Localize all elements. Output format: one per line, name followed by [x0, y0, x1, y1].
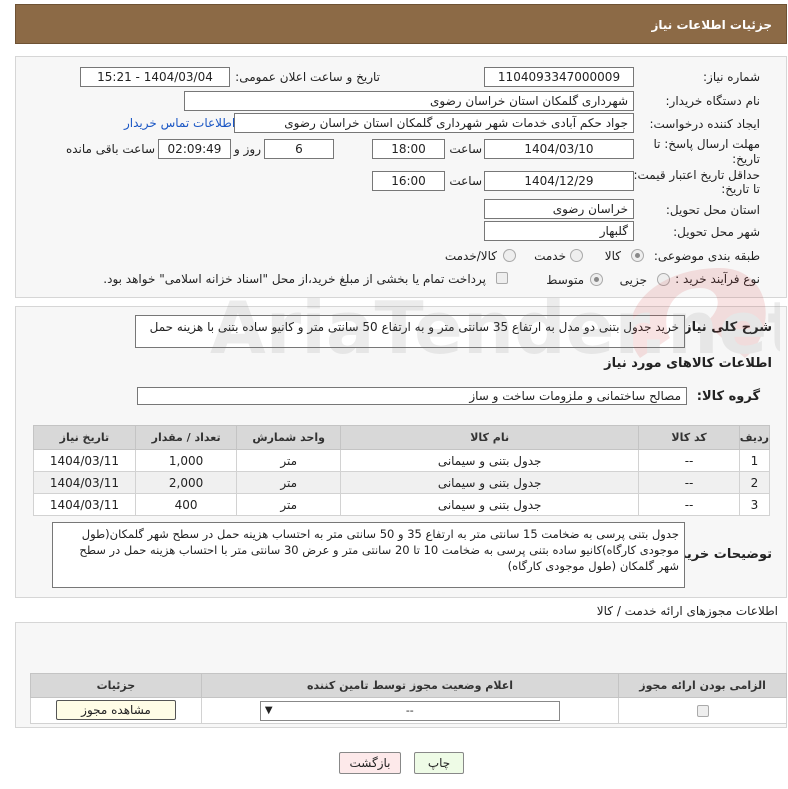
payment-note: پرداخت تمام یا بخشی از مبلغ خرید،از محل … [103, 272, 486, 286]
contact-info-link[interactable]: اطلاعات تماس خریدار [124, 116, 235, 130]
process-radio-minor[interactable] [657, 273, 670, 286]
need-number-label: شماره نیاز: [703, 70, 760, 84]
col-code: کد کالا [638, 425, 740, 450]
cell-code: -- [638, 471, 740, 494]
announce-field: 1404/03/04 - 15:21 [80, 67, 230, 87]
cell-qty: 400 [134, 493, 238, 516]
category-radio-service[interactable] [570, 249, 583, 262]
cell-unit: متر [236, 493, 341, 516]
category-radio-goods[interactable] [631, 249, 644, 262]
permit-details-cell: مشاهده مجوز [30, 697, 202, 724]
province-label: استان محل تحویل: [665, 203, 760, 217]
requester-label: ایجاد کننده درخواست: [649, 117, 760, 131]
city-label: شهر محل تحویل: [673, 225, 760, 239]
cell-row: 3 [738, 493, 771, 516]
permit-required-checkbox [696, 705, 709, 717]
cell-code: -- [638, 449, 740, 472]
cell-row: 2 [738, 471, 771, 494]
validity-time-field: 16:00 [372, 171, 445, 191]
category-option-both: کالا/خدمت [444, 249, 497, 263]
cell-unit: متر [236, 449, 341, 472]
permit-required-cell [618, 697, 787, 724]
cell-date: 1404/03/11 [33, 449, 136, 472]
col-permit-required: الزامی بودن ارائه مجوز [618, 673, 787, 698]
deadline-time-field: 18:00 [372, 139, 445, 159]
deadline-label: مهلت ارسال پاسخ: تا [653, 137, 760, 151]
description-label: شرح کلی نیاز: [678, 320, 772, 335]
cell-name: جدول بتنی و سیمانی [339, 493, 640, 516]
chevron-down-icon: ▼ [264, 705, 273, 716]
table-row: -- ▼ مشاهده مجوز [30, 697, 787, 724]
cell-unit: متر [236, 471, 341, 494]
deadline-date-field: 1404/03/10 [484, 139, 634, 159]
province-field: خراسان رضوی [484, 199, 634, 219]
cell-date: 1404/03/11 [33, 493, 136, 516]
permit-status-cell: -- ▼ [200, 697, 620, 724]
description-textbox: خرید جدول بتنی دو مدل به ارتفاع 35 سانتی… [135, 315, 685, 348]
page-title: جزئیات اطلاعات نیاز [651, 18, 772, 32]
permit-status-value: -- [405, 704, 414, 717]
remaining-time-field: 02:09:49 [158, 139, 231, 159]
announce-label: تاریخ و ساعت اعلان عمومی: [235, 70, 380, 84]
cell-name: جدول بتنی و سیمانی [339, 449, 640, 472]
treasury-checkbox[interactable] [496, 272, 508, 284]
col-permit-details: جزئیات [30, 673, 202, 698]
table-row: 3 -- جدول بتنی و سیمانی متر 400 1404/03/… [33, 493, 771, 516]
validity-date-field: 1404/12/29 [484, 171, 634, 191]
requester-field: جواد حکم آبادی خدمات شهر شهرداری گلمکان … [234, 113, 634, 133]
category-option-service: خدمت [534, 249, 566, 263]
goods-table: ردیف کد کالا نام کالا واحد شمارش تعداد /… [33, 425, 771, 516]
validity-time-label: ساعت [449, 174, 482, 188]
goods-section-title: اطلاعات کالاهای مورد نیاز [604, 356, 772, 371]
col-qty: تعداد / مقدار [134, 425, 238, 450]
days-field: 6 [264, 139, 334, 159]
cell-qty: 1,000 [134, 449, 238, 472]
goods-group-label: گروه کالا: [696, 389, 760, 404]
col-permit-status: اعلام وضعیت مجوز توسط تامین کننده [200, 673, 620, 698]
cell-qty: 2,000 [134, 471, 238, 494]
validity-label: حداقل تاریخ اعتبار قیمت: [633, 168, 760, 182]
permits-section-title: اطلاعات مجوزهای ارائه خدمت / کالا [596, 604, 778, 618]
table-row: 1 -- جدول بتنی و سیمانی متر 1,000 1404/0… [33, 449, 771, 472]
remaining-label: ساعت باقی مانده [65, 142, 155, 156]
deadline-label-2: تاریخ: [732, 152, 760, 166]
goods-group-field: مصالح ساختمانی و ملزومات ساخت و ساز [137, 387, 687, 405]
buyer-org-label: نام دستگاه خریدار: [665, 94, 761, 108]
print-button[interactable]: چاپ [414, 752, 464, 774]
cell-row: 1 [738, 449, 771, 472]
view-permit-button[interactable]: مشاهده مجوز [56, 700, 176, 720]
buyer-org-field: شهرداری گلمکان استان خراسان رضوی [184, 91, 634, 111]
table-row: 2 -- جدول بتنی و سیمانی متر 2,000 1404/0… [33, 471, 771, 494]
col-row: ردیف [738, 425, 771, 450]
page-header: جزئیات اطلاعات نیاز [15, 4, 787, 44]
category-option-goods: کالا [604, 249, 621, 263]
col-name: نام کالا [339, 425, 640, 450]
process-option-medium: متوسط [546, 273, 584, 287]
permits-table: الزامی بودن ارائه مجوز اعلام وضعیت مجوز … [30, 673, 787, 724]
category-label: طبقه بندی موضوعی: [653, 249, 760, 263]
cell-code: -- [638, 493, 740, 516]
cell-date: 1404/03/11 [33, 471, 136, 494]
col-date: تاریخ نیاز [33, 425, 136, 450]
permit-status-select[interactable]: -- ▼ [259, 701, 560, 721]
buyer-notes-textbox: جدول بتنی پرسی به ضخامت 15 سانتی متر به … [52, 522, 685, 588]
city-field: گلبهار [484, 221, 634, 241]
deadline-time-label: ساعت [449, 142, 482, 156]
days-label: روز و [234, 142, 261, 156]
col-unit: واحد شمارش [236, 425, 341, 450]
need-number-field: 1104093347000009 [484, 67, 634, 87]
category-radio-both[interactable] [503, 249, 516, 262]
validity-label-2: تا تاریخ: [721, 182, 760, 196]
process-radio-medium[interactable] [590, 273, 603, 286]
cell-name: جدول بتنی و سیمانی [339, 471, 640, 494]
process-option-minor: جزیی [619, 273, 647, 287]
back-button[interactable]: بازگشت [339, 752, 401, 774]
process-label: نوع فرآیند خرید : [675, 272, 760, 286]
